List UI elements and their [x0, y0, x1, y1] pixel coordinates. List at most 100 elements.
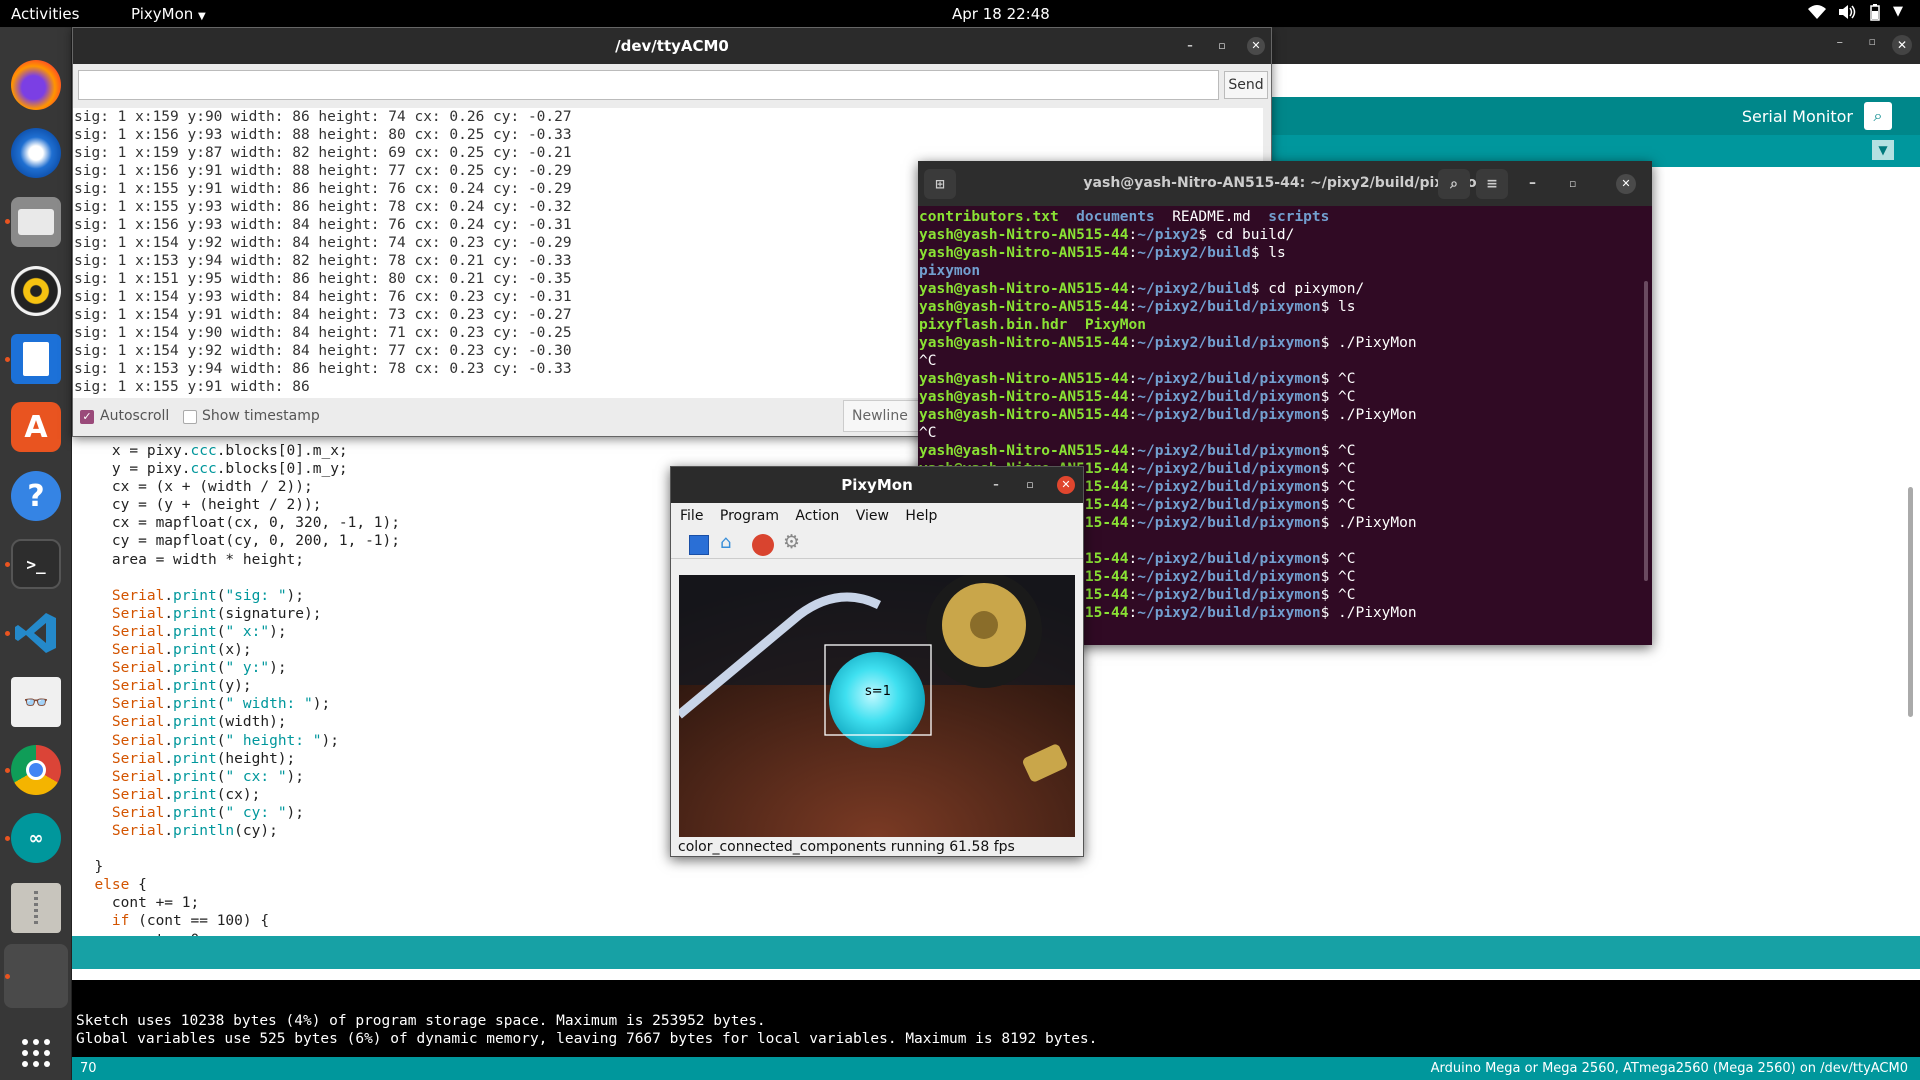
camera-frame-image: s=1 — [679, 575, 1075, 837]
rhythmbox-icon[interactable] — [11, 266, 61, 316]
command-output: pixyflash.bin.hdr PixyMon — [919, 317, 1146, 333]
hamburger-menu-icon[interactable]: ≡ — [1476, 169, 1508, 199]
command: $ ^C — [1320, 587, 1356, 603]
menu-file[interactable]: File — [680, 508, 703, 524]
menu-help[interactable]: Help — [905, 508, 937, 524]
gear-icon[interactable]: ⚙ — [783, 531, 800, 553]
terminal-icon[interactable]: >_ — [11, 539, 61, 589]
prompt-path: ~/pixy2/build/pixymon — [1137, 335, 1321, 351]
console-line: Global variables use 525 bytes (6%) of d… — [76, 1031, 1098, 1047]
document-viewer-icon[interactable]: 👓 — [11, 677, 61, 727]
ide-statusbar: 70 Arduino Mega or Mega 2560, ATmega2560… — [72, 1057, 1920, 1080]
battery-icon[interactable] — [1870, 4, 1880, 25]
tab-menu-icon[interactable]: ▼ — [1872, 140, 1894, 160]
pixy-icon[interactable] — [752, 534, 774, 556]
firefox-icon[interactable] — [11, 60, 61, 110]
minimize-icon[interactable]: – — [1837, 35, 1844, 50]
prompt-path: ~/pixy2/build/pixymon — [1137, 515, 1321, 531]
terminal-scrollbar[interactable] — [1644, 281, 1648, 581]
volume-icon[interactable] — [1838, 4, 1856, 24]
terminal-line: yash@yash-Nitro-AN515-44:~/pixy2/build/p… — [919, 389, 1356, 405]
close-icon[interactable]: ✕ — [1057, 476, 1075, 494]
maximize-icon[interactable]: ▫ — [1569, 161, 1576, 206]
command: $ ls — [1320, 299, 1356, 315]
serial-line: sig: 1 x:159 y:87 width: 82 height: 69 c… — [74, 145, 572, 161]
minimize-icon[interactable]: – — [1529, 161, 1536, 206]
home-icon[interactable]: ⌂ — [720, 532, 731, 553]
close-icon[interactable]: ✕ — [1616, 174, 1636, 194]
pixymon-window: PixyMon – ▫ ✕ File Program Action View H… — [670, 466, 1084, 857]
close-icon[interactable]: ✕ — [1247, 37, 1265, 55]
menu-view[interactable]: View — [856, 508, 889, 524]
show-apps-icon[interactable] — [11, 1028, 61, 1078]
prompt-path: ~/pixy2/build — [1137, 281, 1251, 297]
writer-icon[interactable] — [11, 334, 61, 384]
wifi-icon[interactable] — [1808, 4, 1826, 24]
send-button[interactable]: Send — [1224, 71, 1268, 99]
prompt-path: ~/pixy2/build/pixymon — [1137, 461, 1321, 477]
line-ending-value: Newline — [852, 408, 908, 424]
stop-icon[interactable] — [689, 535, 709, 555]
autoscroll-label: Autoscroll — [100, 408, 170, 424]
minimize-icon[interactable]: – — [1181, 37, 1199, 55]
menu-action[interactable]: Action — [795, 508, 839, 524]
terminal-line: ^C — [919, 352, 1652, 370]
prompt-path: ~/pixy2/build/pixymon — [1137, 605, 1321, 621]
prompt-path: ~/pixy2/build/pixymon — [1137, 587, 1321, 603]
command: $ ^C — [1320, 497, 1356, 513]
minimize-icon[interactable]: – — [987, 476, 1005, 494]
command: $ ^C — [1320, 569, 1356, 585]
close-icon[interactable]: ✕ — [1892, 35, 1912, 55]
vscode-icon[interactable] — [11, 608, 61, 658]
prompt-user: yash@yash-Nitro-AN515-44 — [919, 389, 1129, 405]
files-icon[interactable] — [11, 197, 61, 247]
help-icon[interactable]: ? — [11, 471, 61, 521]
command: $ ^C — [1320, 443, 1356, 459]
prompt-path: ~/pixy2/build/pixymon — [1137, 443, 1321, 459]
command: $ cd pixymon/ — [1250, 281, 1365, 297]
prompt-user: yash@yash-Nitro-AN515-44 — [919, 281, 1129, 297]
arduino-icon[interactable]: ∞ — [11, 813, 61, 863]
terminal-line: yash@yash-Nitro-AN515-44:~/pixy2/build/p… — [919, 299, 1356, 315]
system-menu-icon[interactable]: ▼ — [1893, 4, 1903, 19]
prompt-user: yash@yash-Nitro-AN515-44 — [919, 407, 1129, 423]
code-line: if (cont == 100) { — [111, 913, 270, 930]
serial-monitor-button[interactable]: ⌕ — [1864, 102, 1892, 130]
command: $ ^C — [1320, 479, 1356, 495]
camera-video-feed: s=1 — [679, 575, 1075, 837]
activities-button[interactable]: Activities — [11, 5, 79, 23]
terminal-line: yash@yash-Nitro-AN515-44:~/pixy2/build/p… — [919, 335, 1417, 351]
search-icon[interactable]: ⌕ — [1438, 169, 1470, 199]
command: $ ^C — [1320, 371, 1356, 387]
menu-program[interactable]: Program — [720, 508, 779, 524]
chevron-down-icon: ▼ — [198, 11, 206, 22]
blank-app-icon[interactable] — [4, 944, 68, 1008]
serial-line: sig: 1 x:159 y:90 width: 86 height: 74 c… — [74, 109, 572, 125]
pixymon-titlebar: PixyMon – ▫ ✕ — [671, 467, 1083, 503]
timestamp-checkbox[interactable] — [183, 410, 197, 424]
new-tab-icon[interactable]: ⊞ — [924, 169, 956, 199]
maximize-icon[interactable]: ▫ — [1213, 37, 1231, 55]
prompt-user: yash@yash-Nitro-AN515-44 — [919, 335, 1129, 351]
prompt-user: yash@yash-Nitro-AN515-44 — [919, 245, 1129, 261]
command-output: pixymon — [919, 263, 981, 279]
pixymon-toolbar: ⌂ ⚙ — [671, 529, 1083, 559]
terminal-titlebar: ⊞ yash@yash-Nitro-AN515-44: ~/pixy2/buil… — [918, 161, 1652, 206]
app-menu[interactable]: PixyMon ▼ — [131, 5, 206, 23]
maximize-icon[interactable]: ▫ — [1021, 476, 1039, 494]
serial-send-input[interactable] — [78, 70, 1219, 100]
archive-icon[interactable] — [11, 883, 61, 933]
prompt-path: ~/pixy2/build/pixymon — [1137, 569, 1321, 585]
serial-line: sig: 1 x:156 y:93 width: 88 height: 80 c… — [74, 127, 572, 143]
prompt-path: ~/pixy2/build/pixymon — [1137, 551, 1321, 567]
prompt-path: ~/pixy2 — [1137, 227, 1199, 243]
maximize-icon[interactable]: ▫ — [1869, 35, 1876, 48]
pixymon-status: color_connected_components running 61.58… — [678, 839, 1015, 855]
autoscroll-checkbox[interactable]: ✓ — [80, 410, 94, 424]
clock[interactable]: Apr 18 22:48 — [952, 5, 1050, 23]
ide-message-bar — [72, 936, 1920, 969]
thunderbird-icon[interactable] — [11, 128, 61, 178]
app-center-icon[interactable]: A — [11, 402, 61, 452]
pixymon-menubar: File Program Action View Help — [671, 503, 1083, 529]
chrome-icon[interactable] — [11, 745, 61, 795]
